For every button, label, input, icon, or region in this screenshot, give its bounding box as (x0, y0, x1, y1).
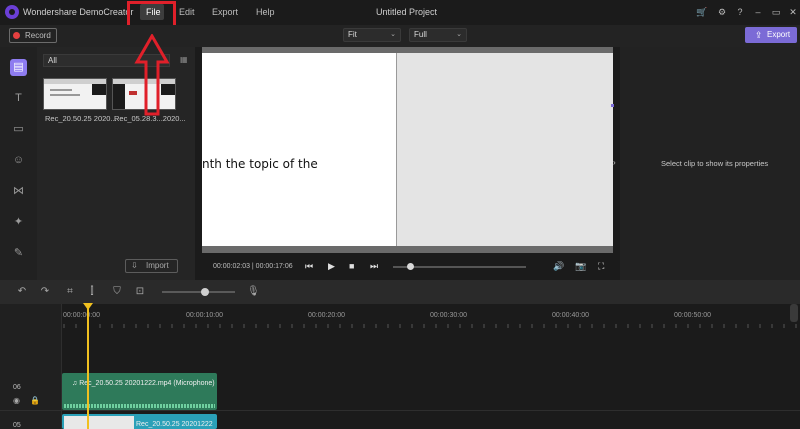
ruler-tick-label: 00:00:40:00 (552, 312, 589, 319)
playhead[interactable] (87, 308, 89, 429)
transition-icon[interactable]: ⋈ (11, 184, 26, 199)
next-frame-icon[interactable]: ⏭ (370, 261, 378, 272)
caption-icon[interactable]: ▭ (11, 122, 26, 137)
export-button[interactable]: Export (745, 27, 797, 43)
play-icon[interactable]: ▶ (328, 261, 335, 272)
fit-select-value: Fit (348, 30, 357, 39)
audio-clip-label: ♫ Rec_20.50.25 20201222.mp4 (Microphone) (72, 380, 215, 387)
seek-handle[interactable] (406, 263, 414, 270)
export-icon: ⇪ (755, 30, 763, 40)
gear-icon[interactable]: ⚙ (716, 6, 728, 18)
import-icon: ⇩ (131, 261, 138, 270)
ruler-tick-label: 00:00:30:00 (430, 312, 467, 319)
pin-icon[interactable]: ✎ (11, 246, 26, 261)
ruler-tick-label: 00:00:20:00 (308, 312, 345, 319)
text-icon[interactable]: T (11, 91, 26, 106)
timeline-scrollbar[interactable] (790, 304, 798, 322)
volume-icon[interactable]: 🔊 (553, 261, 564, 272)
preview-text: nth the topic of the (202, 157, 318, 171)
fit-select[interactable]: Fit ⌄ (343, 28, 401, 42)
panel-collapse-icon[interactable]: › (613, 158, 616, 167)
sticker-icon[interactable]: ☺ (11, 153, 26, 168)
previous-frame-icon[interactable]: ⏮ (305, 261, 313, 272)
stop-icon[interactable]: ■ (349, 261, 354, 271)
cart-icon[interactable]: 🛒 (696, 6, 708, 18)
quality-select[interactable]: Full ⌄ (409, 28, 467, 42)
timeline-zoom-slider[interactable] (162, 291, 235, 293)
microphone-icon[interactable]: 🎙 (247, 286, 260, 297)
undo-icon[interactable]: ↶ (16, 286, 28, 297)
maximize-icon[interactable]: ▭ (770, 6, 782, 18)
record-icon (13, 32, 20, 39)
annotation-arrow (134, 34, 170, 116)
app-logo-icon (5, 5, 19, 19)
resize-handle[interactable] (611, 104, 614, 107)
track-number: 06 (13, 384, 21, 391)
menu-help[interactable]: Help (256, 7, 275, 17)
minimize-icon[interactable]: – (752, 6, 764, 18)
help-icon[interactable]: ? (734, 6, 746, 18)
ruler-tick-label: 00:00:00:00 (63, 312, 100, 319)
split-icon[interactable]: ⫿ (86, 286, 98, 297)
marker-icon[interactable]: ⛉ (111, 286, 123, 297)
media-library-icon[interactable]: ▤ (10, 59, 27, 76)
ruler-tick-label: 00:00:50:00 (674, 312, 711, 319)
quality-select-value: Full (414, 30, 427, 39)
track-number: 05 (13, 422, 21, 429)
video-clip-label: Rec_20.50.25 20201222 (136, 421, 213, 428)
timeline-ruler[interactable] (62, 324, 800, 329)
fullscreen-icon[interactable]: ⛶ (598, 261, 604, 272)
menu-edit[interactable]: Edit (179, 7, 195, 17)
eye-icon[interactable]: ◉ (13, 396, 20, 405)
lock-icon[interactable]: 🔒 (30, 396, 40, 405)
grid-view-icon[interactable]: ▦ (180, 55, 188, 64)
audio-clip-name: Rec_20.50.25 20201222.mp4 (Microphone) (79, 380, 215, 387)
zoom-handle[interactable] (201, 288, 209, 296)
camera-snapshot-icon[interactable]: 📷 (575, 261, 586, 272)
app-name: Wondershare DemoCreator (23, 7, 134, 17)
chevron-down-icon: ⌄ (456, 31, 462, 38)
preview-canvas-left (202, 53, 396, 246)
ruler-tick-label: 00:00:10:00 (186, 312, 223, 319)
time-readout: 00:00:02:03 | 00:00:17:06 (213, 263, 293, 270)
crop-icon[interactable]: ⌗ (64, 286, 76, 297)
media-item-label: Rec_20.50.25 2020... (45, 114, 117, 123)
preview-canvas-right (396, 53, 613, 246)
fit-timeline-icon[interactable]: ⊡ (134, 286, 146, 297)
effects-wand-icon[interactable]: ✦ (11, 215, 26, 230)
menu-export[interactable]: Export (212, 7, 238, 17)
chevron-down-icon: ⌄ (390, 31, 396, 38)
track-divider (0, 410, 800, 411)
playhead-handle[interactable] (83, 303, 93, 310)
redo-icon[interactable]: ↷ (39, 286, 51, 297)
video-clip-thumbnail (64, 416, 134, 429)
properties-placeholder: Select clip to show its properties (661, 159, 769, 168)
project-title: Untitled Project (376, 7, 438, 17)
preview-bottom-bar (202, 246, 613, 253)
media-thumbnail-1[interactable] (43, 78, 107, 110)
close-icon[interactable]: ✕ (787, 6, 799, 18)
